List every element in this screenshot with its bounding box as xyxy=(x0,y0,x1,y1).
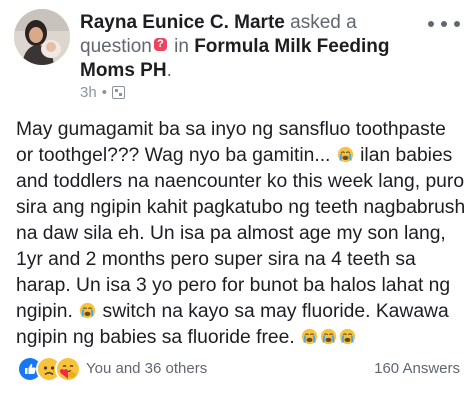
author-avatar[interactable] xyxy=(14,9,70,65)
post-meta: 3h • xyxy=(80,84,125,101)
header-period: . xyxy=(166,60,172,81)
reaction-icons[interactable] xyxy=(17,356,81,382)
post-body: May gumagamit ba sa inyo ng sansfluo too… xyxy=(16,117,466,351)
care-reaction-icon xyxy=(55,356,81,382)
reaction-count[interactable]: You and 36 others xyxy=(86,360,207,377)
crying-face-icon xyxy=(337,146,353,163)
more-dot-icon xyxy=(454,21,460,27)
post-header: Rayna Eunice C. Marte asked a question i… xyxy=(0,0,473,110)
more-dot-icon xyxy=(428,21,434,27)
answers-count[interactable]: 160 Answers xyxy=(374,360,460,377)
question-icon xyxy=(153,33,167,55)
crying-face-icon xyxy=(339,328,356,345)
post-footer: You and 36 others 160 Answers xyxy=(0,352,473,382)
preposition: in xyxy=(174,36,189,57)
group-privacy-icon xyxy=(111,86,125,99)
post-text-2: ilan babies and toddlers na naencounter … xyxy=(16,145,466,322)
post-timestamp[interactable]: 3h xyxy=(80,84,97,101)
more-dot-icon xyxy=(441,21,447,27)
more-options-button[interactable] xyxy=(428,14,460,34)
crying-face-icon xyxy=(80,302,96,319)
post-header-text: Rayna Eunice C. Marte asked a question i… xyxy=(80,11,410,83)
crying-face-icon xyxy=(320,328,337,345)
crying-face-icon xyxy=(301,328,318,345)
meta-separator: • xyxy=(101,84,107,101)
author-name[interactable]: Rayna Eunice C. Marte xyxy=(80,12,285,33)
